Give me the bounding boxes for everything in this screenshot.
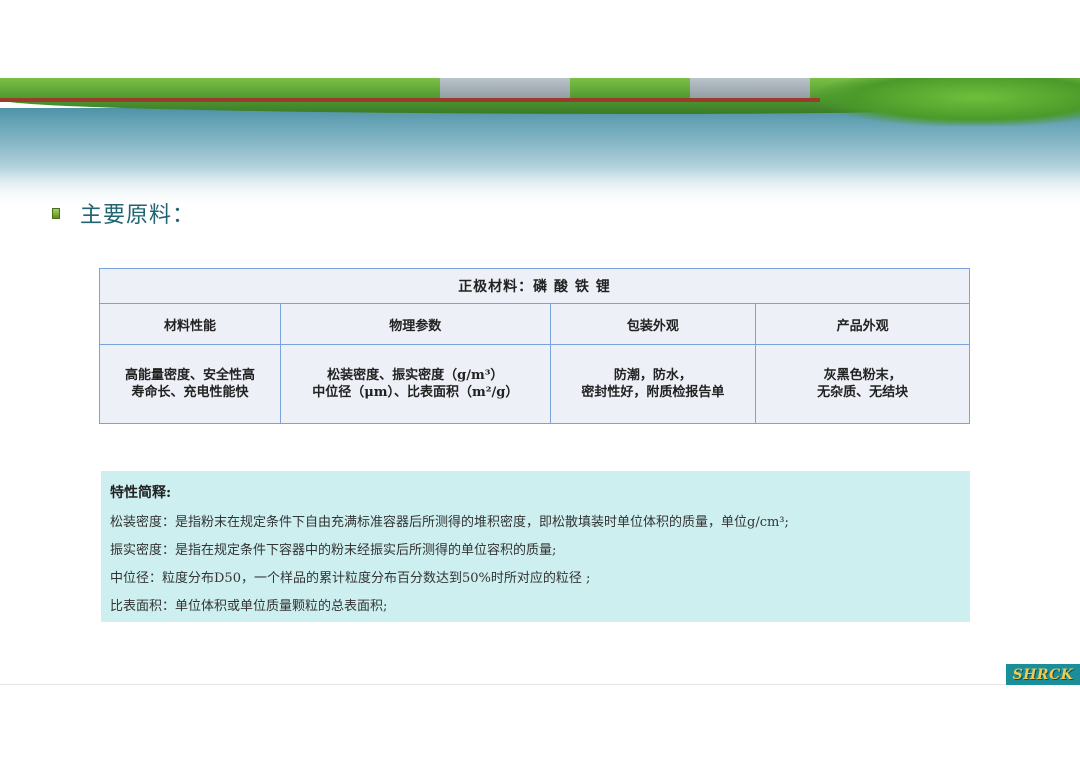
- battery-bullet-icon: [52, 207, 60, 219]
- table-cell: 防潮，防水， 密封性好，附质检报告单: [549, 344, 757, 424]
- table-row: 高能量密度、安全性高 寿命长、充电性能快 松装密度、振实密度（g/m³） 中位径…: [98, 344, 970, 424]
- bridge: [0, 98, 820, 102]
- note-line: 松装密度：是指粉末在规定条件下自由充满标准容器后所测得的堆积密度，即松散填装时单…: [110, 515, 789, 530]
- cell-line: 无杂质、无结块: [817, 385, 909, 400]
- note-line: 比表面积：单位体积或单位质量颗粒的总表面积;: [110, 599, 388, 614]
- right-riverbank: [820, 78, 1080, 126]
- cell-line: 中位径（μm）、比表面积（m²/g）: [312, 385, 519, 400]
- footer-divider: [0, 684, 1080, 685]
- column-header: 物理参数: [280, 303, 551, 345]
- table-header-row: 正极材料：磷 酸 铁 锂: [99, 268, 970, 304]
- notes-title: 特性简释:: [110, 485, 172, 501]
- header-banner-image: [0, 78, 1080, 208]
- column-header: 包装外观: [549, 303, 757, 345]
- column-header: 产品外观: [755, 303, 970, 345]
- table-cell: 高能量密度、安全性高 寿命长、充电性能快: [98, 344, 282, 424]
- cell-line: 灰黑色粉末，: [823, 368, 902, 383]
- company-logo: SHRCK: [1006, 664, 1080, 685]
- note-line: 中位径：粒度分布D50，一个样品的累计粒度分布百分数达到50%时所对应的粒径 ;: [110, 571, 591, 586]
- cell-line: 防潮，防水，: [613, 368, 692, 383]
- cell-line: 密封性好，附质检报告单: [581, 385, 725, 400]
- table-cell: 松装密度、振实密度（g/m³） 中位径（μm）、比表面积（m²/g）: [280, 344, 551, 424]
- table-cell: 灰黑色粉末， 无杂质、无结块: [755, 344, 970, 424]
- note-line: 振实密度：是指在规定条件下容器中的粉末经振实后所测得的单位容积的质量;: [110, 543, 557, 558]
- material-spec-table: 正极材料：磷 酸 铁 锂 材料性能 物理参数 包装外观 产品外观 高能量密度、安…: [98, 268, 970, 424]
- cell-line: 寿命长、充电性能快: [131, 385, 249, 400]
- page-title: 主要原料：: [80, 203, 196, 228]
- table-header: 正极材料：磷 酸 铁 锂: [99, 268, 970, 304]
- table-column-row: 材料性能 物理参数 包装外观 产品外观: [98, 303, 970, 345]
- section-heading: 主要原料：: [52, 198, 195, 228]
- logo-text: SHRCK: [1012, 666, 1074, 683]
- notes-box: 特性简释: 松装密度：是指粉末在规定条件下自由充满标准容器后所测得的堆积密度，即…: [101, 471, 970, 622]
- column-header: 材料性能: [98, 303, 282, 345]
- cell-line: 高能量密度、安全性高: [125, 368, 256, 383]
- cell-line: 松装密度、振实密度（g/m³）: [327, 368, 504, 383]
